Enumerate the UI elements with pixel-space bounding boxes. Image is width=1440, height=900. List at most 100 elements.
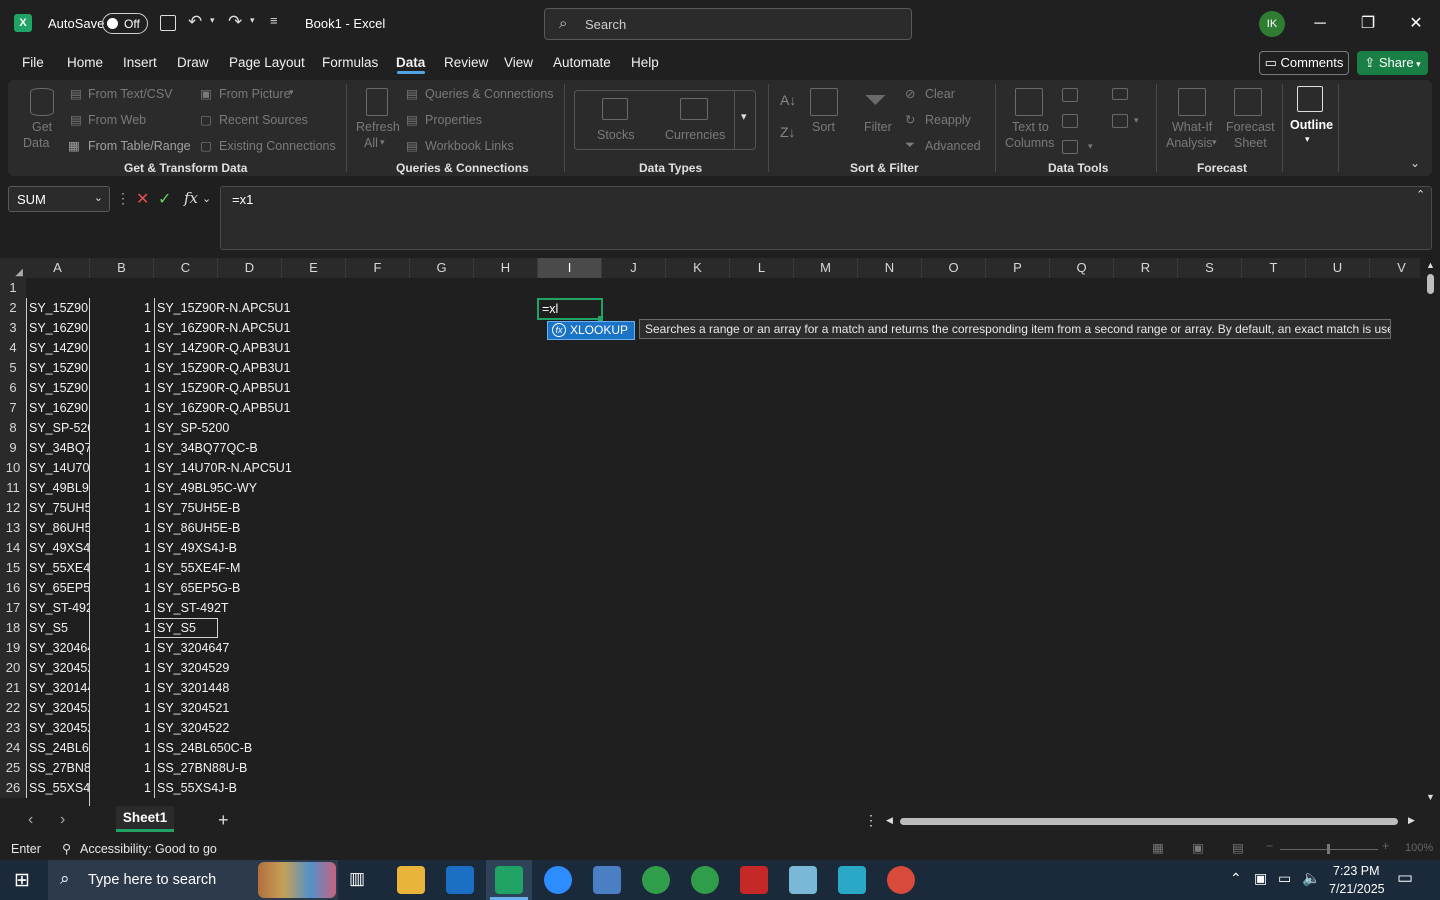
prev-sheet-icon[interactable]: ‹ [28,811,33,829]
get-data-button[interactable]: Get Data [20,84,64,154]
cell-c[interactable]: SY_49BL95C-WY [154,478,334,498]
data-validation-dropdown-icon[interactable]: ▾ [1088,141,1093,152]
row-header[interactable]: 6 [0,378,26,398]
zoom-out-icon[interactable]: − [1266,839,1273,853]
column-header-n[interactable]: N [858,258,922,278]
task-view-icon[interactable]: ▥ [349,869,365,889]
cell-b[interactable]: 1 [90,398,154,418]
cell-c[interactable]: SY_3204521 [154,698,334,718]
next-sheet-icon[interactable]: › [60,811,65,829]
cell-b[interactable]: 1 [90,758,154,778]
clock-time[interactable]: 7:23 PM [1333,864,1380,878]
notifications-icon[interactable]: ▭ [1397,868,1413,888]
cell-a[interactable]: SY_320452 [26,718,90,738]
stocks-button[interactable]: Stocks [588,96,644,146]
cell-b[interactable]: 1 [90,718,154,738]
row-header[interactable]: 3 [0,318,26,338]
normal-view-icon[interactable]: ▦ [1152,840,1164,855]
cell-b[interactable]: 1 [90,778,154,798]
cell-a[interactable]: SY_S5 [26,618,90,638]
cell-b[interactable]: 1 [90,578,154,598]
row-header[interactable]: 5 [0,358,26,378]
fx-dropdown-icon[interactable]: ⌄ [202,192,211,205]
row-header[interactable]: 1 [0,278,26,298]
column-header-q[interactable]: Q [1050,258,1114,278]
cell-b[interactable]: 1 [90,318,154,338]
vertical-scroll-thumb[interactable] [1427,274,1434,294]
column-header-f[interactable]: F [346,258,410,278]
menu-help[interactable]: Help [631,55,659,70]
cell-b[interactable] [90,278,154,298]
row-header[interactable]: 10 [0,458,26,478]
column-header-s[interactable]: S [1178,258,1242,278]
cell-c[interactable]: SY_3204647 [154,638,334,658]
file-explorer-icon[interactable] [397,866,425,894]
cell-c[interactable]: SY_16Z90R-Q.APB5U1 [154,398,334,418]
cell-a[interactable]: SS_24BL65 [26,738,90,758]
menu-file[interactable]: File [22,55,44,70]
data-types-more-button[interactable]: ▾ [734,90,756,150]
cell-c[interactable]: SY_75UH5E-B [154,498,334,518]
clock-date[interactable]: 7/21/2025 [1329,882,1385,896]
data-model-dropdown-icon[interactable]: ▾ [1134,115,1139,126]
cell-b[interactable]: 1 [90,418,154,438]
zoom-slider[interactable] [1280,844,1378,854]
row-header[interactable]: 13 [0,518,26,538]
scroll-down-icon[interactable]: ▼ [1426,792,1435,802]
insert-function-icon[interactable]: fx [184,189,198,207]
zoom-in-icon[interactable]: + [1382,839,1389,853]
formula-options-icon[interactable]: ⋮ [116,190,130,207]
add-sheet-icon[interactable]: + [218,810,229,831]
chrome-icon[interactable] [642,866,670,894]
row-header[interactable]: 15 [0,558,26,578]
cell-b[interactable]: 1 [90,538,154,558]
notes-app-icon[interactable] [789,866,817,894]
cell-c[interactable]: SY_15Z90R-N.APC5U1 [154,298,334,318]
search-box[interactable]: ⌕ Search [544,8,912,40]
text-to-columns-button[interactable]: Text to Columns [1003,84,1055,154]
cell-c[interactable]: SS_27BN88U-B [154,758,334,778]
row-header[interactable]: 20 [0,658,26,678]
filezilla-icon[interactable] [740,866,768,894]
page-layout-view-icon[interactable]: ▣ [1192,840,1204,855]
menu-home[interactable]: Home [67,55,103,70]
menu-review[interactable]: Review [444,55,488,70]
scroll-right-icon[interactable]: ▶ [1408,815,1415,826]
chrome-alt-profile-icon[interactable] [887,866,915,894]
column-header-l[interactable]: L [730,258,794,278]
cell-a[interactable]: SY_16Z90R [26,318,90,338]
autosave-toggle[interactable]: Off [102,13,148,34]
outlook-icon[interactable] [446,866,474,894]
row-header[interactable]: 24 [0,738,26,758]
cell-a[interactable]: SY_14Z90R [26,338,90,358]
row-header[interactable]: 25 [0,758,26,778]
menu-draw[interactable]: Draw [177,55,209,70]
outline-button[interactable]: Outline ▾ [1288,84,1334,148]
cell-b[interactable]: 1 [90,378,154,398]
zoom-slider-thumb[interactable] [1327,844,1330,854]
scroll-left-icon[interactable]: ◀ [886,815,893,826]
cell-b[interactable]: 1 [90,518,154,538]
worksheet-grid[interactable]: ◢ ABCDEFGHIJKLMNOPQRSTUV 12SY_15Z90R1SY_… [0,258,1420,806]
menu-data[interactable]: Data [396,55,425,70]
column-header-b[interactable]: B [90,258,154,278]
row-header[interactable]: 22 [0,698,26,718]
cell-c[interactable]: SY_65EP5G-B [154,578,334,598]
taskbar-search[interactable]: ⌕ Type here to search [48,860,338,900]
save-icon[interactable] [160,15,176,31]
cell-a[interactable]: SY_320144 [26,678,90,698]
collapse-ribbon-icon[interactable]: ⌄ [1410,156,1420,170]
column-header-c[interactable]: C [154,258,218,278]
column-header-m[interactable]: M [794,258,858,278]
cell-b[interactable]: 1 [90,558,154,578]
minimize-icon[interactable]: ─ [1305,10,1335,38]
restore-icon[interactable]: ❐ [1353,10,1383,38]
cell-b[interactable]: 1 [90,498,154,518]
menu-insert[interactable]: Insert [123,55,157,70]
row-header[interactable]: 14 [0,538,26,558]
column-header-h[interactable]: H [474,258,538,278]
cell-a[interactable]: SY_320464 [26,638,90,658]
windows-start-icon[interactable]: ⊞ [14,869,30,892]
cell-a[interactable] [26,278,90,298]
flash-fill-icon[interactable] [1062,88,1078,102]
